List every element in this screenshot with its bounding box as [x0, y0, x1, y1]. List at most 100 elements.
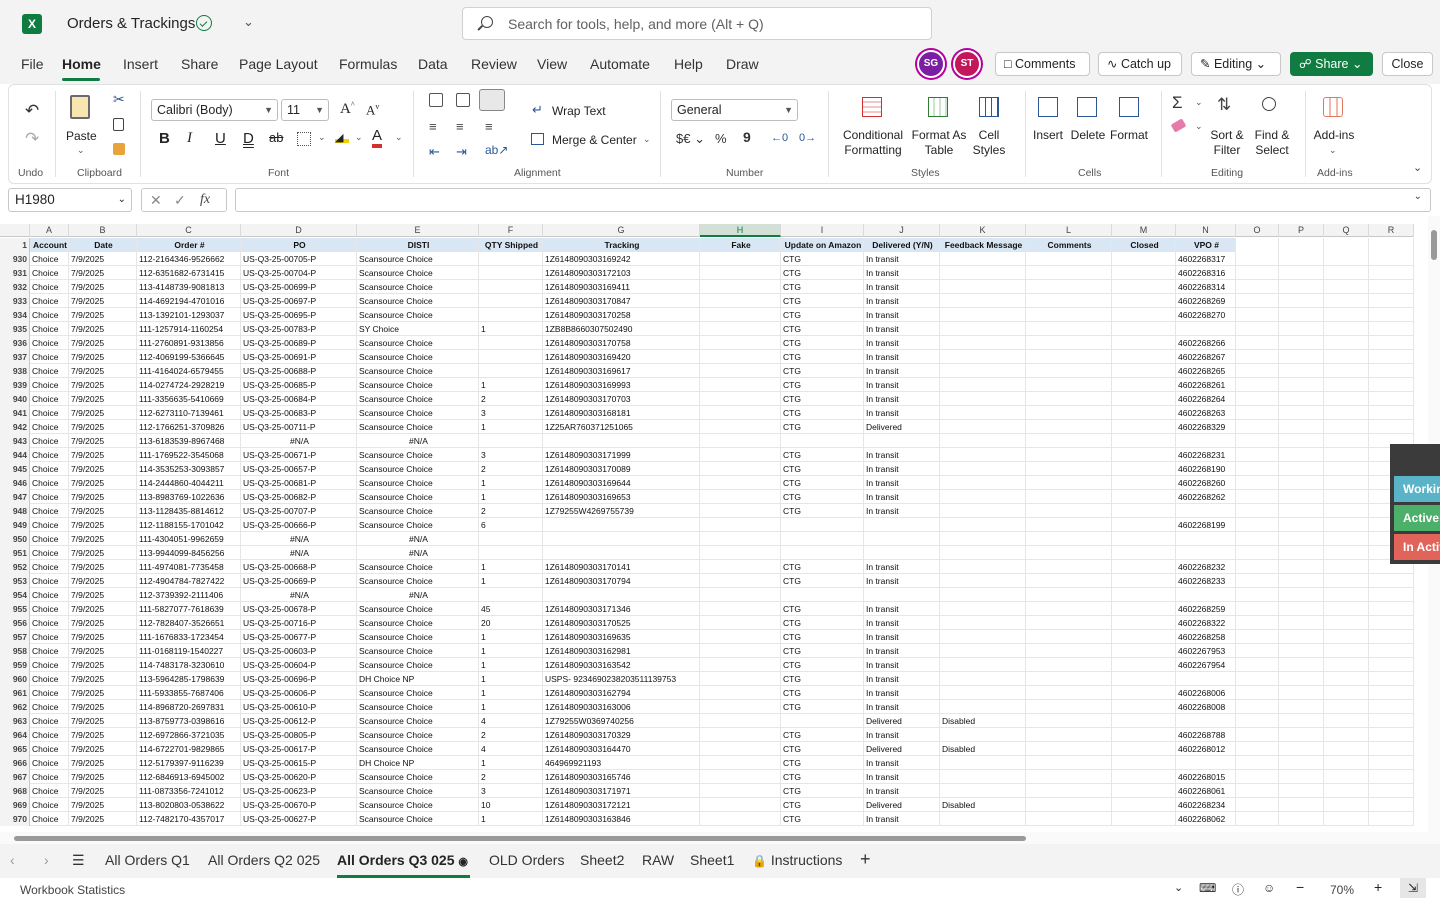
cell[interactable]: 7/9/2025	[69, 378, 137, 392]
wrap-text-button[interactable]: Wrap Text	[552, 104, 606, 119]
cell[interactable]: 112-6846913-6945002	[137, 770, 241, 784]
cell[interactable]	[700, 784, 781, 798]
cell[interactable]: 3	[479, 448, 543, 462]
cell[interactable]	[700, 364, 781, 378]
percent-style-icon[interactable]: %	[715, 131, 727, 146]
cell[interactable]	[1324, 546, 1369, 560]
cell[interactable]: 4602268234	[1176, 798, 1236, 812]
cell[interactable]	[1369, 658, 1414, 672]
cell[interactable]: 112-2164346-9526662	[137, 252, 241, 266]
cell[interactable]: 7/9/2025	[69, 434, 137, 448]
spreadsheet-grid[interactable]: A B C D E F G H I J K L M N O P Q R 1 Account Date Order # PO D…	[0, 224, 1428, 832]
cell[interactable]: 3	[479, 784, 543, 798]
cell[interactable]	[1369, 252, 1414, 266]
cell[interactable]	[940, 280, 1026, 294]
cell[interactable]: US-Q3-25-00685-P	[241, 378, 357, 392]
cell[interactable]	[1112, 406, 1176, 420]
tab-home[interactable]: Home	[62, 56, 101, 72]
cell[interactable]: Choice	[30, 658, 69, 672]
cell[interactable]	[1279, 574, 1324, 588]
cell[interactable]	[1026, 756, 1112, 770]
cell[interactable]	[1176, 588, 1236, 602]
cell[interactable]: #N/A	[357, 434, 479, 448]
sheet-tab[interactable]: OLD Orders	[489, 852, 564, 868]
cell[interactable]: 112-4904784-7827422	[137, 574, 241, 588]
cell[interactable]: 4602268270	[1176, 308, 1236, 322]
cell[interactable]: 4602268259	[1176, 602, 1236, 616]
align-right-icon[interactable]: ≡	[485, 119, 493, 134]
cell[interactable]: 1Z6148090303170847	[543, 294, 700, 308]
cell[interactable]	[1112, 462, 1176, 476]
avatar[interactable]: ST	[953, 50, 981, 78]
cell[interactable]	[1026, 560, 1112, 574]
cell[interactable]	[1279, 588, 1324, 602]
cell[interactable]: 7/9/2025	[69, 546, 137, 560]
cell[interactable]	[940, 378, 1026, 392]
column-header-k[interactable]: K	[940, 224, 1026, 237]
cell[interactable]	[1112, 728, 1176, 742]
cell[interactable]: 7/9/2025	[69, 406, 137, 420]
title-chevron-down-icon[interactable]: ⌄	[243, 14, 254, 30]
paste-chevron-icon[interactable]: ⌄	[77, 145, 85, 156]
cell[interactable]: 7/9/2025	[69, 420, 137, 434]
cell[interactable]	[1026, 532, 1112, 546]
cell[interactable]	[940, 602, 1026, 616]
cell[interactable]	[479, 532, 543, 546]
zoom-level[interactable]: 70%	[1330, 883, 1354, 897]
cell[interactable]: Choice	[30, 560, 69, 574]
name-box-chevron-icon[interactable]: ⌄	[118, 189, 126, 211]
cell[interactable]: #N/A	[241, 546, 357, 560]
cell[interactable]	[700, 420, 781, 434]
column-title-cell[interactable]	[1369, 238, 1414, 252]
cell[interactable]: Choice	[30, 490, 69, 504]
close-button[interactable]: Close	[1382, 52, 1433, 76]
horizontal-scrollbar[interactable]	[0, 832, 1440, 844]
font-color-chevron-icon[interactable]: ⌄	[395, 132, 403, 143]
cell[interactable]	[1112, 504, 1176, 518]
cell[interactable]	[1026, 266, 1112, 280]
cell[interactable]: CTG	[781, 560, 864, 574]
cell[interactable]	[1026, 252, 1112, 266]
cell[interactable]	[1112, 322, 1176, 336]
cell[interactable]	[1279, 770, 1324, 784]
cell[interactable]	[940, 266, 1026, 280]
column-header-i[interactable]: I	[781, 224, 864, 237]
cell[interactable]: CTG	[781, 308, 864, 322]
cell[interactable]	[543, 588, 700, 602]
cell[interactable]	[1279, 448, 1324, 462]
cell[interactable]: Delivered	[864, 420, 940, 434]
row-number[interactable]: 958	[0, 644, 30, 658]
cell[interactable]: Choice	[30, 644, 69, 658]
font-size-select[interactable]: 11 ▼	[281, 99, 329, 121]
column-title-cell[interactable]	[1279, 238, 1324, 252]
cell[interactable]: Choice	[30, 308, 69, 322]
cell[interactable]: US-Q3-25-00682-P	[241, 490, 357, 504]
cell[interactable]	[1324, 742, 1369, 756]
cell[interactable]	[1324, 630, 1369, 644]
column-header-q[interactable]: Q	[1324, 224, 1369, 237]
cell[interactable]	[940, 700, 1026, 714]
cell[interactable]	[1026, 364, 1112, 378]
cell[interactable]	[543, 546, 700, 560]
row-number[interactable]: 962	[0, 700, 30, 714]
cell[interactable]	[1026, 406, 1112, 420]
cell[interactable]: 111-4164024-6579455	[137, 364, 241, 378]
cell[interactable]	[940, 518, 1026, 532]
cell[interactable]: CTG	[781, 644, 864, 658]
cell[interactable]: 4602268062	[1176, 812, 1236, 826]
cell[interactable]: 112-6273110-7139461	[137, 406, 241, 420]
row-number[interactable]: 945	[0, 462, 30, 476]
cell[interactable]	[940, 490, 1026, 504]
cell[interactable]: US-Q3-25-00684-P	[241, 392, 357, 406]
borders-chevron-icon[interactable]: ⌄	[318, 132, 326, 143]
cell[interactable]: In transit	[864, 658, 940, 672]
decrease-indent-icon[interactable]: ⇤	[429, 144, 440, 160]
cell[interactable]: Scansource Choice	[357, 812, 479, 826]
cell[interactable]	[940, 434, 1026, 448]
cell[interactable]: 1Z6148090303170794	[543, 574, 700, 588]
cell[interactable]: 7/9/2025	[69, 700, 137, 714]
cell[interactable]: Scansource Choice	[357, 448, 479, 462]
cell[interactable]: Scansource Choice	[357, 700, 479, 714]
column-title-cell[interactable]: Account	[30, 238, 69, 252]
cell[interactable]: CTG	[781, 378, 864, 392]
